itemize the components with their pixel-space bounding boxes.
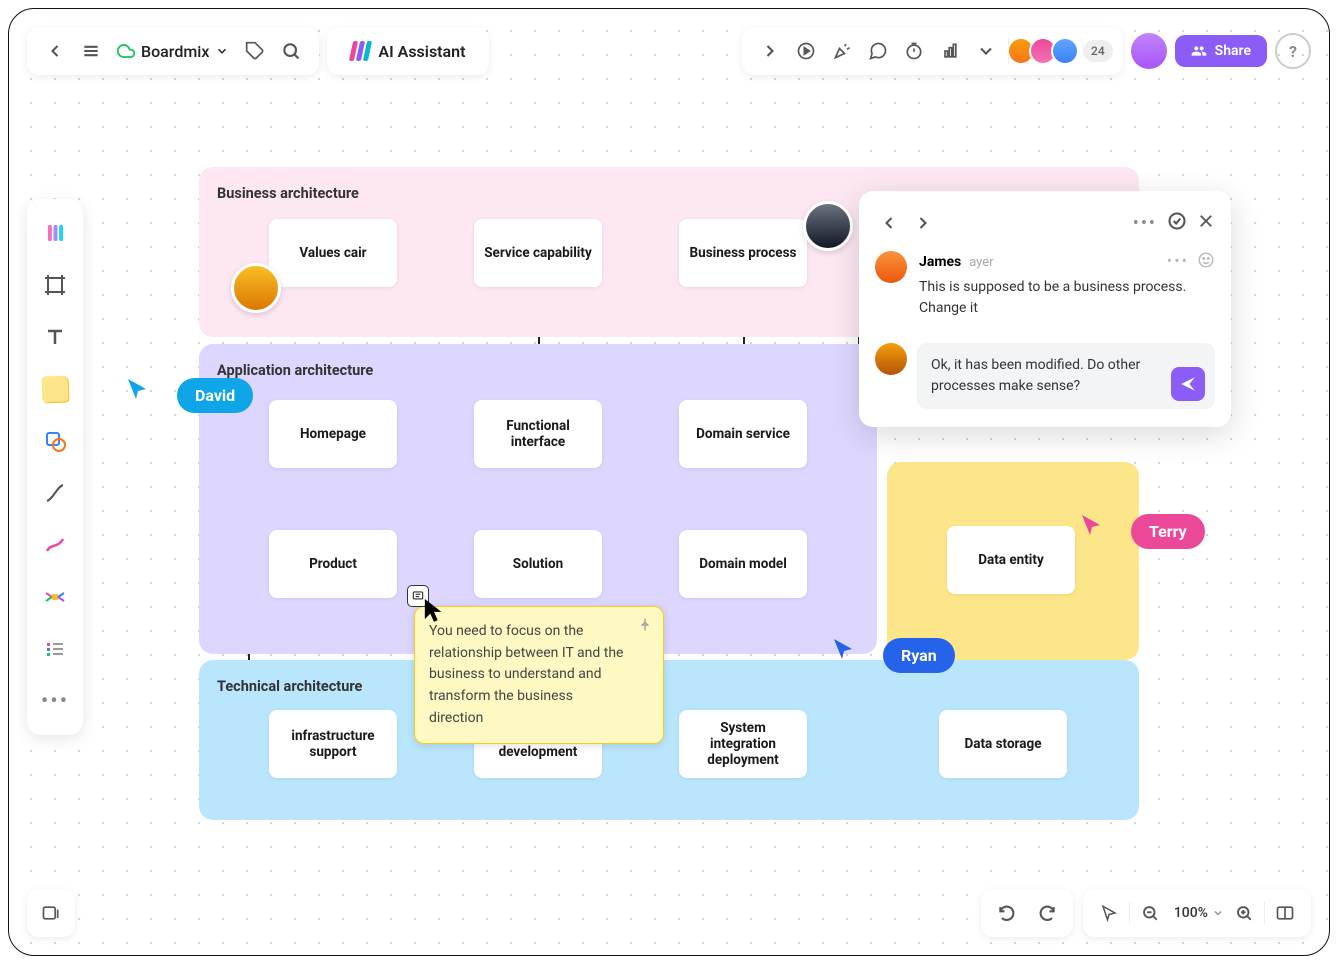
node-values-cair[interactable]: Values cair: [269, 219, 397, 287]
left-toolbar: •••: [27, 199, 83, 735]
pin-icon[interactable]: [637, 617, 653, 633]
user-avatar: [231, 263, 281, 313]
ai-assistant-label: AI Assistant: [378, 42, 465, 61]
redo-button[interactable]: [1027, 893, 1067, 933]
send-button[interactable]: [1171, 367, 1205, 401]
node-homepage[interactable]: Homepage: [269, 400, 397, 468]
comment-prev-button[interactable]: [875, 209, 903, 237]
comment-button[interactable]: [860, 33, 896, 69]
comment-text: This is supposed to be a business proces…: [919, 277, 1215, 319]
reply-input[interactable]: Ok, it has been modified. Do other proce…: [917, 343, 1215, 409]
board-name-dropdown[interactable]: Boardmix: [109, 42, 237, 61]
connector-tool[interactable]: [27, 467, 83, 519]
node-domain-model[interactable]: Domain model: [679, 530, 807, 598]
zoom-in-button[interactable]: [1224, 893, 1264, 933]
chart-button[interactable]: [932, 33, 968, 69]
comment-panel: ••• James ayer ••• This is supposed to b…: [859, 191, 1231, 427]
zoom-level[interactable]: 100%: [1170, 905, 1212, 921]
list-tool[interactable]: [27, 623, 83, 675]
me-avatar[interactable]: [1131, 33, 1167, 69]
comment-emoji-button[interactable]: [1197, 251, 1215, 273]
shape-tool[interactable]: [27, 415, 83, 467]
data-layer[interactable]: Data entity: [887, 462, 1139, 660]
search-button[interactable]: [273, 33, 309, 69]
share-label: Share: [1215, 43, 1251, 59]
node-functional-interface[interactable]: Functional interface: [474, 400, 602, 468]
node-data-storage[interactable]: Data storage: [939, 710, 1067, 778]
sticky-note-text: You need to focus on the relationship be…: [429, 623, 623, 726]
comment-avatar: [875, 251, 907, 283]
node-business-process[interactable]: Business process: [679, 219, 807, 287]
node-product[interactable]: Product: [269, 530, 397, 598]
node-solution[interactable]: Solution: [474, 530, 602, 598]
sticky-note[interactable]: You need to focus on the relationship be…: [414, 606, 664, 744]
mindmap-tool[interactable]: [27, 571, 83, 623]
user-avatar: [803, 201, 853, 251]
technical-layer[interactable]: Technical architecture infrastructure su…: [199, 660, 1139, 820]
comment-more-icon[interactable]: •••: [1133, 213, 1157, 234]
cursor-terry: Terry: [1131, 514, 1205, 549]
node-domain-service[interactable]: Domain service: [679, 400, 807, 468]
node-infrastructure-support[interactable]: infrastructure support: [269, 710, 397, 778]
share-button[interactable]: Share: [1175, 35, 1267, 67]
comment-resolve-button[interactable]: [1167, 211, 1187, 235]
comment-time: ayer: [969, 255, 993, 270]
minimap-button[interactable]: [1265, 893, 1305, 933]
sticky-note-tool[interactable]: [27, 363, 83, 415]
pages-button[interactable]: [27, 889, 75, 937]
tag-button[interactable]: [237, 33, 273, 69]
undo-button[interactable]: [987, 893, 1027, 933]
present-button[interactable]: [788, 33, 824, 69]
help-button[interactable]: ?: [1275, 33, 1311, 69]
assets-tool[interactable]: [27, 207, 83, 259]
text-tool[interactable]: [27, 311, 83, 363]
comment-author: James: [919, 254, 961, 270]
application-layer-title: Application architecture: [217, 362, 859, 379]
back-button[interactable]: [37, 33, 73, 69]
comment-next-button[interactable]: [909, 209, 937, 237]
cursor-ryan: Ryan: [883, 638, 955, 673]
ai-assistant-button[interactable]: AI Assistant: [337, 41, 479, 61]
comment-close-button[interactable]: [1197, 212, 1215, 234]
frame-tool[interactable]: [27, 259, 83, 311]
zoom-out-button[interactable]: [1130, 893, 1170, 933]
celebrate-button[interactable]: [824, 33, 860, 69]
avatar-count: 24: [1083, 40, 1113, 62]
node-system-integration[interactable]: System integration deployment: [679, 710, 807, 778]
node-service-capability[interactable]: Service capability: [474, 219, 602, 287]
timer-button[interactable]: [896, 33, 932, 69]
technical-layer-title: Technical architecture: [217, 678, 1121, 695]
expand-button[interactable]: [752, 33, 788, 69]
board-name-label: Boardmix: [141, 42, 209, 61]
comment-item-more-icon[interactable]: •••: [1167, 251, 1189, 273]
more-tools-button[interactable]: [968, 33, 1004, 69]
pointer-tool[interactable]: [1089, 893, 1129, 933]
pen-tool[interactable]: [27, 519, 83, 571]
reply-avatar: [875, 343, 907, 375]
cursor-david: David: [177, 378, 253, 413]
collaborator-avatars[interactable]: 24: [1013, 37, 1113, 65]
node-data-entity[interactable]: Data entity: [947, 526, 1075, 594]
more-tools[interactable]: •••: [27, 675, 83, 727]
avatar: [1051, 37, 1079, 65]
reply-text: Ok, it has been modified. Do other proce…: [931, 357, 1140, 394]
menu-button[interactable]: [73, 33, 109, 69]
